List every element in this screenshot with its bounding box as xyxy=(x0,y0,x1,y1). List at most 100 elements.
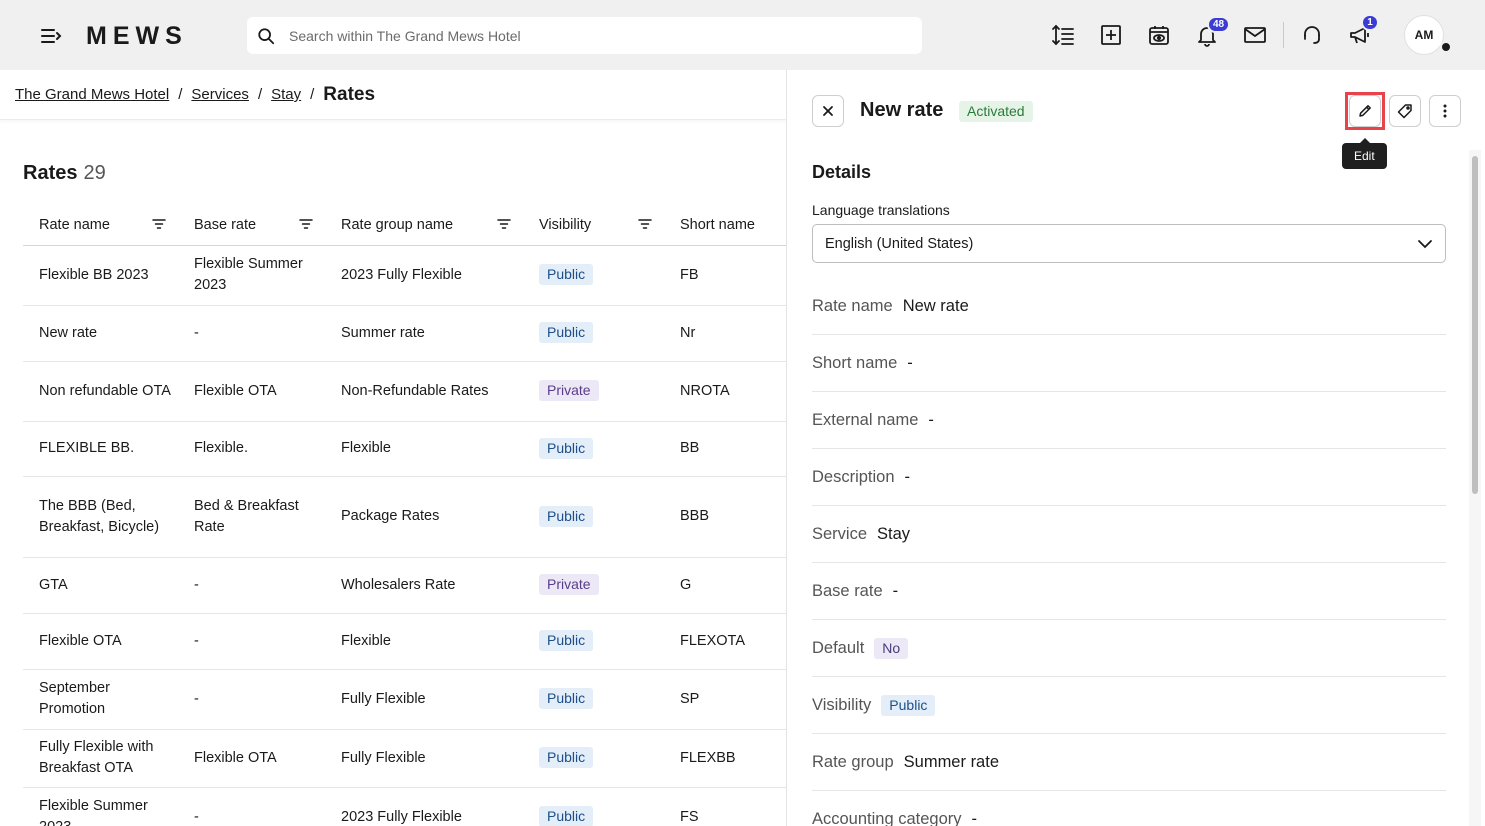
field-label: Visibility xyxy=(812,695,872,714)
cell-visibility: Public xyxy=(523,476,664,558)
mews-logo[interactable]: MEWS xyxy=(86,22,188,51)
field-external-name: External name - xyxy=(812,392,1446,449)
more-options-button[interactable] xyxy=(1429,95,1461,127)
cell-base-rate: Bed & Breakfast Rate xyxy=(178,476,325,558)
column-label: Rate name xyxy=(39,217,110,234)
rates-heading: Rates 29 xyxy=(23,162,106,185)
search-input[interactable] xyxy=(289,27,889,44)
cell-visibility: Public xyxy=(523,787,664,826)
table-row[interactable]: The BBB (Bed, Breakfast, Bicycle) Bed & … xyxy=(23,476,786,558)
cell-short-name: FLEXOTA xyxy=(664,613,786,670)
chevron-down-icon xyxy=(1418,240,1432,249)
field-value: - xyxy=(928,410,934,429)
field-value: - xyxy=(971,809,978,826)
cell-visibility: Public xyxy=(523,421,664,477)
field-value: Summer rate xyxy=(903,752,999,771)
table-row[interactable]: GTA - Wholesalers Rate Private G xyxy=(23,557,786,614)
table-row[interactable]: September Promotion - Fully Flexible Pub… xyxy=(23,669,786,730)
status-dot xyxy=(1440,41,1452,53)
edit-button[interactable] xyxy=(1349,95,1381,127)
rates-table: Rate name Base rate Rate group name Visi… xyxy=(23,206,786,826)
column-header-short-name[interactable]: Short name xyxy=(664,206,786,246)
cell-rate-name: Flexible OTA xyxy=(23,613,178,670)
user-avatar[interactable]: AM xyxy=(1404,15,1444,55)
column-header-rate-name[interactable]: Rate name xyxy=(23,206,178,246)
cell-base-rate: - xyxy=(178,669,325,730)
table-row[interactable]: Flexible OTA - Flexible Public FLEXOTA xyxy=(23,613,786,670)
cell-short-name: FLEXBB xyxy=(664,729,786,788)
cell-rate-name: Flexible Summer 2023 xyxy=(23,787,178,826)
table-row[interactable]: Flexible Summer 2023 - 2023 Fully Flexib… xyxy=(23,787,786,826)
filter-icon[interactable] xyxy=(152,218,166,230)
cell-rate-group: Package Rates xyxy=(325,476,523,558)
field-default: Default No xyxy=(812,620,1446,677)
filter-icon[interactable] xyxy=(638,218,652,230)
search-bar[interactable] xyxy=(247,17,922,54)
filter-icon[interactable] xyxy=(299,218,313,230)
language-value: English (United States) xyxy=(825,235,974,252)
visibility-badge: Public xyxy=(539,806,594,826)
rate-detail-panel: New rate Activated Edit Details Language… xyxy=(786,70,1485,826)
rates-count: 29 xyxy=(83,162,106,184)
field-label: Rate group xyxy=(812,752,894,771)
table-row[interactable]: Flexible BB 2023 Flexible Summer 2023 20… xyxy=(23,245,786,306)
table-row[interactable]: FLEXIBLE BB. Flexible. Flexible Public B… xyxy=(23,421,786,477)
breadcrumb-stay[interactable]: Stay xyxy=(271,86,301,103)
cell-visibility: Public xyxy=(523,669,664,730)
headset-icon[interactable] xyxy=(1298,21,1326,49)
cell-base-rate: - xyxy=(178,613,325,670)
cell-short-name: BBB xyxy=(664,476,786,558)
announcements-badge: 1 xyxy=(1361,14,1379,31)
table-row[interactable]: New rate - Summer rate Public Nr xyxy=(23,305,786,362)
notifications-badge: 48 xyxy=(1207,16,1231,33)
field-label: Default xyxy=(812,638,865,657)
close-button[interactable] xyxy=(812,95,844,127)
visibility-badge: Public xyxy=(539,264,594,285)
visibility-badge: Public xyxy=(539,437,594,459)
cell-short-name: FB xyxy=(664,245,786,306)
menu-icon[interactable] xyxy=(38,24,64,48)
field-label: Accounting category xyxy=(812,809,962,826)
column-header-base-rate[interactable]: Base rate xyxy=(178,206,325,246)
mail-icon[interactable] xyxy=(1241,21,1269,49)
breadcrumb-separator: / xyxy=(257,86,263,103)
language-select[interactable]: English (United States) xyxy=(812,224,1446,263)
cell-rate-name: The BBB (Bed, Breakfast, Bicycle) xyxy=(23,476,178,558)
tag-icon xyxy=(1397,104,1412,119)
column-header-visibility[interactable]: Visibility xyxy=(523,206,664,246)
cell-rate-name: GTA xyxy=(23,557,178,614)
top-bar: MEWS 48 1 AM xyxy=(0,0,1485,70)
cell-base-rate: Flexible. xyxy=(178,421,325,477)
cell-visibility: Public xyxy=(523,729,664,788)
cell-visibility: Public xyxy=(523,305,664,362)
field-service: Service Stay xyxy=(812,506,1446,563)
column-label: Visibility xyxy=(539,217,592,234)
breadcrumb-services[interactable]: Services xyxy=(191,86,249,103)
cell-base-rate: Flexible OTA xyxy=(178,729,325,788)
column-label: Rate group name xyxy=(341,217,454,234)
filter-icon[interactable] xyxy=(497,218,511,230)
column-header-rate-group[interactable]: Rate group name xyxy=(325,206,523,246)
visibility-badge: Public xyxy=(539,630,594,651)
table-row[interactable]: Non refundable OTA Flexible OTA Non-Refu… xyxy=(23,361,786,422)
cell-base-rate: - xyxy=(178,787,325,826)
cell-rate-name: New rate xyxy=(23,305,178,362)
cell-rate-name: September Promotion xyxy=(23,669,178,730)
field-label: Description xyxy=(812,467,895,486)
add-icon[interactable] xyxy=(1097,21,1125,49)
calendar-view-icon[interactable] xyxy=(1145,21,1173,49)
scrollbar-thumb[interactable] xyxy=(1472,156,1478,494)
line-spacing-icon[interactable] xyxy=(1049,21,1077,49)
table-row[interactable]: Fully Flexible with Breakfast OTA Flexib… xyxy=(23,729,786,788)
breadcrumb-hotel[interactable]: The Grand Mews Hotel xyxy=(15,86,169,103)
field-label: External name xyxy=(812,410,919,429)
field-label: Base rate xyxy=(812,581,883,600)
tag-button[interactable] xyxy=(1389,95,1421,127)
cell-short-name: SP xyxy=(664,669,786,730)
field-value: - xyxy=(904,467,911,486)
cell-base-rate: - xyxy=(178,557,325,614)
table-header-row: Rate name Base rate Rate group name Visi… xyxy=(23,206,786,246)
language-label: Language translations xyxy=(812,202,950,218)
cell-visibility: Private xyxy=(523,557,664,614)
rates-list-panel: The Grand Mews Hotel / Services / Stay /… xyxy=(0,70,786,826)
